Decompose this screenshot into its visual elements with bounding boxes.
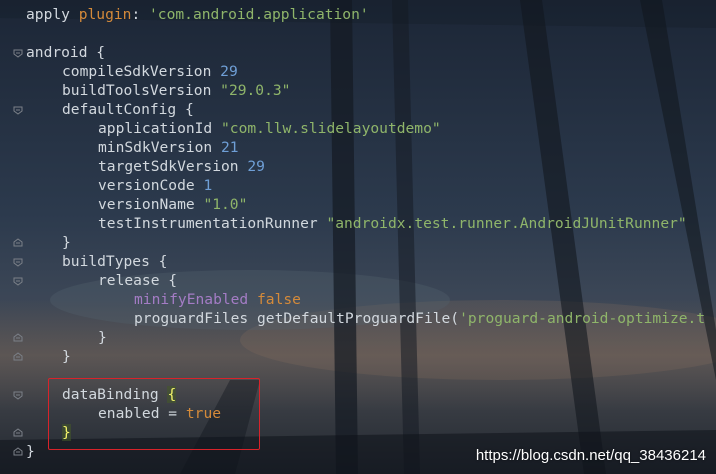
code-token: release { <box>98 272 178 289</box>
fold-icon[interactable] <box>13 390 24 400</box>
code-token: compileSdkVersion <box>62 63 221 80</box>
code-token: 21 <box>221 139 239 156</box>
code-line[interactable]: targetSdkVersion 29 <box>26 157 705 176</box>
code-token: 1 <box>203 177 213 194</box>
fold-icon[interactable] <box>13 428 24 438</box>
fold-icon[interactable] <box>13 105 24 115</box>
code-token: defaultConfig { <box>62 101 194 118</box>
code-token: minifyEnabled <box>134 291 258 308</box>
code-line[interactable]: apply plugin: 'com.android.application' <box>26 5 705 24</box>
fold-icon[interactable] <box>13 48 24 58</box>
code-line[interactable]: minSdkVersion 21 <box>26 138 705 157</box>
code-line[interactable]: defaultConfig { <box>26 100 705 119</box>
code-token: "com.llw.slidelayoutdemo" <box>221 120 441 137</box>
code-token: minSdkVersion <box>98 139 222 156</box>
code-line[interactable]: buildToolsVersion "29.0.3" <box>26 81 705 100</box>
code-line[interactable]: versionName "1.0" <box>26 195 705 214</box>
code-line[interactable]: compileSdkVersion 29 <box>26 62 705 81</box>
code-token: } <box>26 443 35 460</box>
code-line[interactable]: release { <box>26 271 705 290</box>
code-token: proguardFiles getDefaultProguardFile( <box>134 310 460 327</box>
code-token: 29 <box>247 158 265 175</box>
code-token: versionCode <box>98 177 204 194</box>
code-line[interactable]: } <box>26 347 705 366</box>
code-token: versionName <box>98 196 204 213</box>
code-token: apply <box>26 6 79 23</box>
code-token: buildToolsVersion <box>62 82 221 99</box>
code-token: "androidx.test.runner.AndroidJUnitRunner… <box>326 215 687 232</box>
code-token: buildTypes { <box>62 253 168 270</box>
code-line[interactable]: proguardFiles getDefaultProguardFile('pr… <box>26 309 705 328</box>
fold-icon[interactable] <box>13 238 24 248</box>
watermark-url: https://blog.csdn.net/qq_38436214 <box>475 447 706 464</box>
code-token: "29.0.3" <box>220 82 291 99</box>
code-line[interactable]: buildTypes { <box>26 252 705 271</box>
code-token: "1.0" <box>203 196 248 213</box>
code-line[interactable]: testInstrumentationRunner "androidx.test… <box>26 214 705 233</box>
code-line[interactable]: } <box>26 233 705 252</box>
editor-gutter <box>0 0 24 474</box>
code-token: targetSdkVersion <box>98 158 248 175</box>
code-token: } <box>62 234 71 251</box>
code-token: android { <box>26 44 106 61</box>
annotation-highlight-box <box>48 378 260 450</box>
code-token: } <box>98 329 107 346</box>
code-token: applicationId <box>98 120 222 137</box>
code-line[interactable]: android { <box>26 43 705 62</box>
code-line[interactable]: applicationId "com.llw.slidelayoutdemo" <box>26 119 705 138</box>
fold-icon[interactable] <box>13 276 24 286</box>
code-line[interactable]: minifyEnabled false <box>26 290 705 309</box>
code-line[interactable]: versionCode 1 <box>26 176 705 195</box>
fold-icon[interactable] <box>13 447 24 457</box>
code-token: false <box>257 291 301 308</box>
code-line[interactable]: } <box>26 328 705 347</box>
code-token: } <box>62 348 71 365</box>
code-token: : <box>131 6 150 23</box>
fold-icon[interactable] <box>13 352 24 362</box>
code-token: testInstrumentationRunner <box>98 215 327 232</box>
fold-icon[interactable] <box>13 257 24 267</box>
fold-icon[interactable] <box>13 333 24 343</box>
code-token: plugin <box>78 6 132 23</box>
code-token: 29 <box>220 63 238 80</box>
code-token: 'proguard-android-optimize.t <box>459 310 706 327</box>
code-token: 'com.android.application' <box>149 6 369 23</box>
code-line[interactable] <box>26 24 705 43</box>
